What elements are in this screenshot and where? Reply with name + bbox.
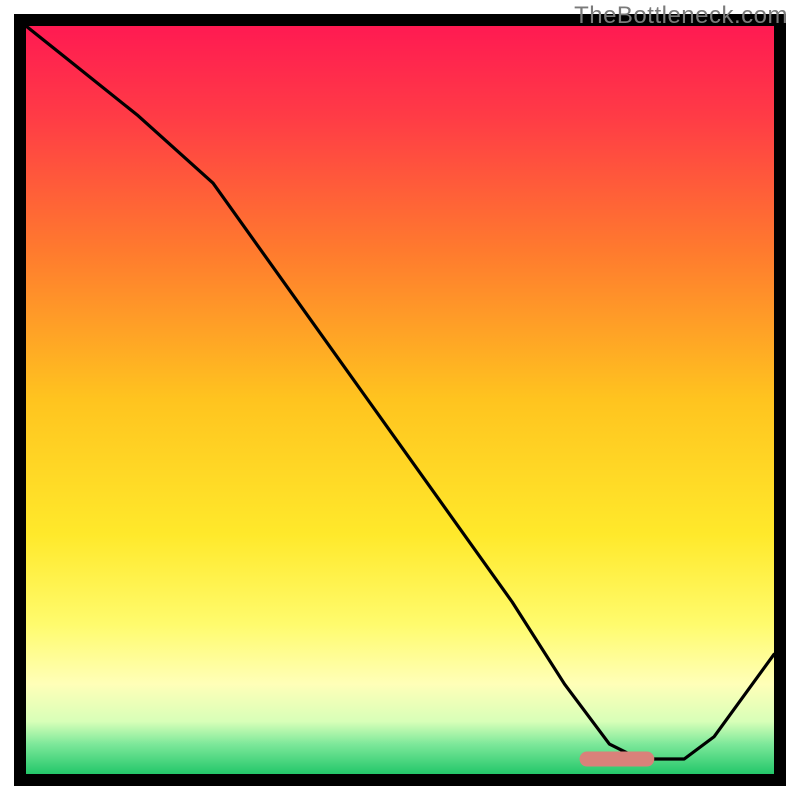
watermark-label: TheBottleneck.com [574,2,788,30]
chart-svg [0,0,800,800]
optimal-marker [580,752,655,767]
gradient-background [26,26,774,774]
bottleneck-chart: TheBottleneck.com [0,0,800,800]
